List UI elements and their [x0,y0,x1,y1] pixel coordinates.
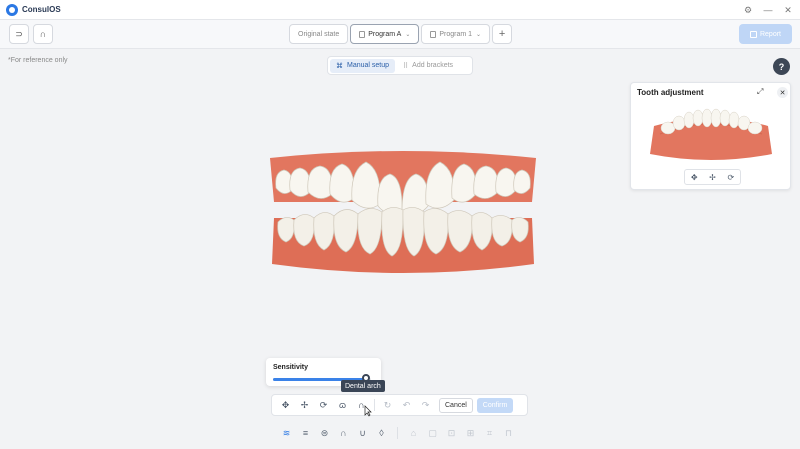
redo-icon[interactable]: ↷ [416,397,435,413]
tab-original-state[interactable]: Original state [289,24,349,44]
sensitivity-label: Sensitivity [273,364,309,371]
manual-setup-icon: ⌘ [336,62,343,70]
chevron-down-icon[interactable]: ⌄ [476,31,481,38]
tab-program-1[interactable]: Program 1 ⌄ [421,24,491,44]
occlusion-view-icon[interactable]: ≡ [296,425,315,441]
side-view-icon[interactable]: ⊜ [315,425,334,441]
add-brackets-label: Add brackets [412,62,454,69]
translate-tool-icon[interactable]: ✢ [295,397,314,413]
reset-icon[interactable]: ↻ [378,397,397,413]
expand-icon[interactable]: ⤢ [757,87,763,97]
app-logo-icon [6,3,18,16]
window-controls: ⚙ — ✕ [742,3,794,17]
upper-arch-preview [650,108,772,160]
brackets-icon: ⠿ [403,62,409,70]
confirm-button[interactable]: Confirm [476,397,514,413]
help-button[interactable]: ? [773,58,790,75]
document-icon [359,30,366,38]
tab-program-a[interactable]: Program A ⌄ [350,24,420,44]
tab-label: Program A [368,30,402,38]
mode-toggle: ⌘ Manual setup ⠿ Add brackets [327,56,473,75]
both-jaws-view-icon[interactable]: ≋ [277,425,296,441]
upper-arch-view-icon[interactable]: ∩ [334,425,353,441]
lower-jaw-button[interactable]: ∩ [33,24,53,44]
mouse-cursor-icon [364,405,372,417]
reference-note: *For reference only [8,57,68,64]
view-switcher: ≋ ≡ ⊜ ∩ ∪ ◊ ⌂ ▢ ⊡ ⊞ ⌗ ⊓ [277,425,518,441]
tooth-pair-icon[interactable]: ɷ [333,397,352,413]
minimize-button[interactable]: — [762,3,774,17]
tooth-adjustment-panel: Tooth adjustment ⤢ ✕ ✥ ✢ ⟳ [630,82,791,190]
program-tabs: Original state Program A ⌄ Program 1 ⌄ + [289,24,513,44]
manual-setup-label: Manual setup [347,62,390,69]
ipr-icon[interactable]: ⊓ [499,425,518,441]
main-toolbar: ⊃ ∩ Original state Program A ⌄ Program 1… [0,20,800,49]
divider [374,399,375,411]
dental-arch-tooltip: Dental arch [341,380,385,392]
translate-tool-icon[interactable]: ✢ [709,173,716,182]
action-bar: ✥ ✢ ⟳ ɷ ∩ ↻ ↶ ↷ Cancel Confirm [271,394,528,416]
app-name: ConsulOS [22,5,61,14]
grid-icon[interactable]: ⊞ [461,425,480,441]
move-tool-icon[interactable]: ✥ [276,397,295,413]
report-button[interactable]: Report [739,24,792,44]
comment-icon[interactable]: ▢ [423,425,442,441]
rotate-view-icon[interactable]: ◊ [372,425,391,441]
manual-setup-button[interactable]: ⌘ Manual setup [330,58,396,73]
add-brackets-button[interactable]: ⠿ Add brackets [397,59,459,73]
attachment-icon[interactable]: ⊡ [442,425,461,441]
rotate-tool-icon[interactable]: ⟳ [314,397,333,413]
upper-jaw-button[interactable]: ⊃ [9,24,29,44]
dental-model-view[interactable] [262,146,544,278]
lower-arch-view-icon[interactable]: ∪ [353,425,372,441]
tooth-view-icon[interactable]: ⌂ [404,425,423,441]
panel-tools: ✥ ✢ ⟳ [684,169,741,185]
chevron-down-icon[interactable]: ⌄ [405,31,410,38]
cancel-button[interactable]: Cancel [439,397,473,413]
tab-label: Program 1 [439,30,473,38]
panel-title: Tooth adjustment [637,88,704,97]
close-window-button[interactable]: ✕ [782,3,794,17]
settings-icon[interactable]: ⚙ [742,3,754,17]
frame-icon[interactable]: ⌗ [480,425,499,441]
divider [397,427,398,439]
rotate-tool-icon[interactable]: ⟳ [727,173,734,182]
move-tool-icon[interactable]: ✥ [691,173,698,182]
report-icon [749,30,757,38]
report-label: Report [759,30,781,38]
title-bar: ConsulOS ⚙ — ✕ [0,0,800,20]
document-icon [430,30,437,38]
close-panel-button[interactable]: ✕ [777,87,788,98]
undo-icon[interactable]: ↶ [397,397,416,413]
tab-label: Original state [298,30,340,38]
add-tab-button[interactable]: + [492,24,513,44]
